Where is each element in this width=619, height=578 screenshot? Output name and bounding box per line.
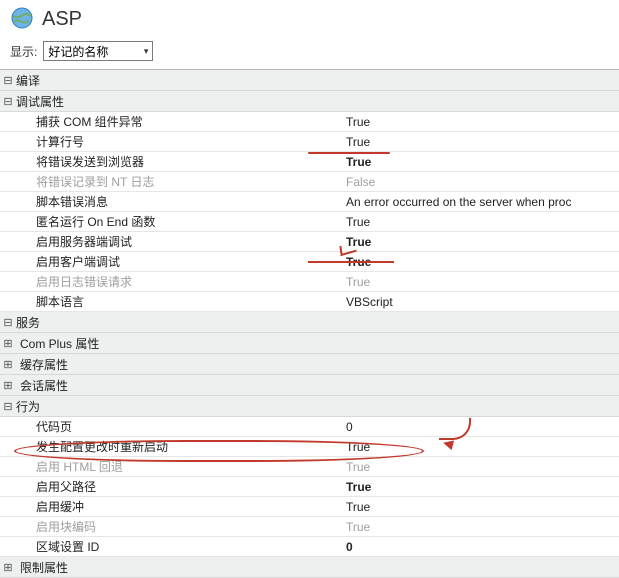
category-row[interactable]: ⊞ 缓存属性 — [0, 354, 619, 375]
display-label: 显示: — [10, 43, 37, 60]
property-row[interactable]: 捕获 COM 组件异常True — [0, 112, 619, 132]
property-row[interactable]: 启用块编码True — [0, 517, 619, 537]
category-label: 调试属性 — [16, 93, 64, 110]
toolbar: 显示: 好记的名称 ▾ — [0, 37, 619, 70]
property-value[interactable]: True — [346, 255, 619, 269]
property-row[interactable]: 启用服务器端调试True — [0, 232, 619, 252]
category-row[interactable]: ⊟服务 — [0, 312, 619, 333]
property-value[interactable]: True — [346, 500, 619, 514]
category-row[interactable]: ⊟行为 — [0, 396, 619, 417]
property-name: 代码页 — [16, 418, 346, 435]
property-name: 将错误发送到浏览器 — [16, 153, 346, 170]
property-row[interactable]: 将错误发送到浏览器True — [0, 152, 619, 172]
property-value[interactable]: True — [346, 235, 619, 249]
property-row[interactable]: 启用缓冲True — [0, 497, 619, 517]
property-value[interactable]: True — [346, 215, 619, 229]
property-name: 将错误记录到 NT 日志 — [16, 173, 346, 190]
category-label: 服务 — [16, 314, 40, 331]
property-value[interactable]: False — [346, 175, 619, 189]
category-row[interactable]: ⊟调试属性 — [0, 91, 619, 112]
property-name: 启用缓冲 — [16, 498, 346, 515]
property-row[interactable]: 发生配置更改时重新启动True — [0, 437, 619, 457]
category-row[interactable]: ⊞ 限制属性 — [0, 557, 619, 578]
category-label: Com Plus 属性 — [20, 335, 99, 352]
property-name: 启用日志错误请求 — [16, 273, 346, 290]
expand-icon[interactable]: ⊞ — [0, 379, 16, 392]
expand-icon[interactable]: ⊟ — [0, 400, 16, 413]
expand-icon[interactable]: ⊟ — [0, 316, 16, 329]
property-row[interactable]: 启用 HTML 回退True — [0, 457, 619, 477]
property-value[interactable]: True — [346, 275, 619, 289]
property-name: 脚本语言 — [16, 293, 346, 310]
property-row[interactable]: 匿名运行 On End 函数True — [0, 212, 619, 232]
display-combo-value: 好记的名称 — [48, 43, 143, 60]
expand-icon[interactable]: ⊟ — [0, 74, 16, 87]
category-label: 编译 — [16, 72, 40, 89]
property-value[interactable]: True — [346, 460, 619, 474]
property-value[interactable]: True — [346, 135, 619, 149]
property-row[interactable]: 代码页0 — [0, 417, 619, 437]
property-value[interactable]: True — [346, 520, 619, 534]
property-name: 捕获 COM 组件异常 — [16, 113, 346, 130]
property-value[interactable]: True — [346, 155, 619, 169]
property-value[interactable]: True — [346, 115, 619, 129]
property-name: 计算行号 — [16, 133, 346, 150]
property-name: 启用 HTML 回退 — [16, 458, 346, 475]
category-label: 会话属性 — [20, 377, 68, 394]
property-value[interactable]: 0 — [346, 540, 619, 554]
property-name: 启用客户端调试 — [16, 253, 346, 270]
property-name: 启用块编码 — [16, 518, 346, 535]
property-name: 区域设置 ID — [16, 538, 346, 555]
category-label: 行为 — [16, 398, 40, 415]
property-value[interactable]: An error occurred on the server when pro… — [346, 195, 619, 209]
property-name: 启用服务器端调试 — [16, 233, 346, 250]
property-row[interactable]: 将错误记录到 NT 日志False — [0, 172, 619, 192]
category-row[interactable]: ⊞ Com Plus 属性 — [0, 333, 619, 354]
property-name: 匿名运行 On End 函数 — [16, 213, 346, 230]
property-row[interactable]: 启用客户端调试True — [0, 252, 619, 272]
expand-icon[interactable]: ⊞ — [0, 358, 16, 371]
expand-icon[interactable]: ⊞ — [0, 337, 16, 350]
globe-icon — [10, 6, 42, 33]
property-value[interactable]: True — [346, 440, 619, 454]
property-row[interactable]: 脚本错误消息An error occurred on the server wh… — [0, 192, 619, 212]
page-title: ASP — [42, 8, 82, 31]
property-row[interactable]: 启用日志错误请求True — [0, 272, 619, 292]
property-value[interactable]: VBScript — [346, 295, 619, 309]
property-row[interactable]: 启用父路径True — [0, 477, 619, 497]
expand-icon[interactable]: ⊞ — [0, 561, 16, 574]
property-row[interactable]: 计算行号True — [0, 132, 619, 152]
property-value[interactable]: 0 — [346, 420, 619, 434]
property-name: 启用父路径 — [16, 478, 346, 495]
property-value[interactable]: True — [346, 480, 619, 494]
category-row[interactable]: ⊟编译 — [0, 70, 619, 91]
page-header: ASP — [0, 0, 619, 37]
category-label: 限制属性 — [20, 559, 68, 576]
property-row[interactable]: 区域设置 ID0 — [0, 537, 619, 557]
property-grid: ⊟编译⊟调试属性捕获 COM 组件异常True计算行号True将错误发送到浏览器… — [0, 70, 619, 578]
category-row[interactable]: ⊞ 会话属性 — [0, 375, 619, 396]
property-row[interactable]: 脚本语言VBScript — [0, 292, 619, 312]
expand-icon[interactable]: ⊟ — [0, 95, 16, 108]
category-label: 缓存属性 — [20, 356, 68, 373]
property-name: 发生配置更改时重新启动 — [16, 438, 346, 455]
chevron-down-icon: ▾ — [144, 46, 149, 57]
display-combo[interactable]: 好记的名称 ▾ — [43, 41, 153, 61]
property-name: 脚本错误消息 — [16, 193, 346, 210]
